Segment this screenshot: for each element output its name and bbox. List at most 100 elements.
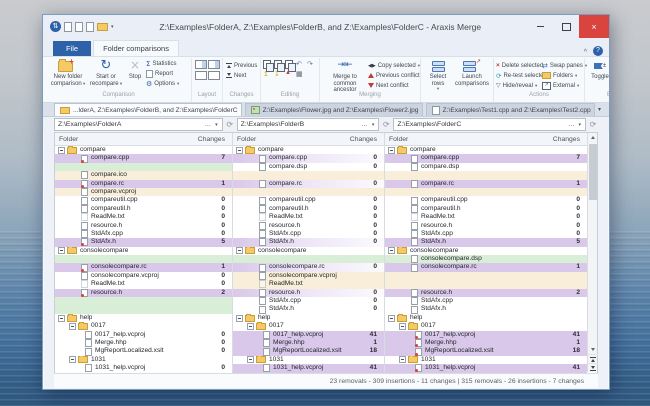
expander-icon[interactable] — [58, 147, 65, 154]
expander-icon[interactable] — [236, 315, 243, 322]
column-header-folder[interactable]: Folder — [55, 136, 78, 143]
folder-row-cell[interactable]: 1031 — [233, 356, 385, 364]
file-row-cell[interactable] — [55, 305, 233, 313]
report-button[interactable]: Report — [146, 69, 189, 78]
file-row-cell[interactable]: ReadMe.txt0 — [233, 213, 385, 221]
file-row-cell[interactable]: compareutil.h0 — [385, 205, 587, 213]
folder-row-cell[interactable]: compare — [55, 146, 233, 154]
file-row-cell[interactable]: compare.vcproj — [55, 188, 233, 196]
file-row-cell[interactable]: compare.cpp7 — [385, 154, 587, 162]
file-row-cell[interactable]: compare.rc1 — [55, 180, 233, 188]
table-row[interactable]: consolecompare.rc1consolecompare.rc0cons… — [55, 263, 587, 271]
new-folder-comparison-button[interactable]: + New folder comparison — [48, 58, 88, 88]
refresh-icon[interactable]: ⟳ — [381, 120, 391, 129]
folder-path-input[interactable]: Z:\Examples\FolderB…▾ — [237, 118, 380, 131]
folder-row-cell[interactable]: compare — [233, 146, 385, 154]
file-row-cell[interactable]: 1031_help.vcproj0 — [55, 364, 233, 372]
table-row[interactable]: 0017_help.vcproj00017_help.vcproj410017_… — [55, 331, 587, 339]
column-header-changes[interactable]: Changes — [350, 136, 384, 143]
file-menu-tab[interactable]: File — [53, 41, 91, 56]
table-row[interactable]: compare.ico — [55, 171, 587, 179]
file-row-cell[interactable]: StdAfx.cpp0 — [385, 230, 587, 238]
expander-icon[interactable] — [58, 315, 65, 322]
scroll-up-icon[interactable] — [588, 133, 598, 142]
file-row-cell[interactable]: compareutil.h0 — [55, 205, 233, 213]
file-row-cell[interactable]: StdAfx.cpp0 — [55, 230, 233, 238]
file-row-cell[interactable]: resource.h2 — [385, 289, 587, 297]
file-row-cell[interactable]: consolecompare.rc1 — [55, 263, 233, 271]
table-row[interactable]: compare.vcproj — [55, 188, 587, 196]
folder-row-cell[interactable]: compare — [385, 146, 587, 154]
browse-icon[interactable]: … — [203, 121, 214, 128]
file-row-cell[interactable]: StdAfx.cpp — [385, 297, 587, 305]
close-button[interactable]: × — [579, 15, 609, 38]
merge-to-common-ancestor-button[interactable]: ⇥⇤ Merge to common ancestor — [322, 58, 368, 95]
redo-icon[interactable]: ↷ — [307, 60, 317, 69]
expander-icon[interactable] — [247, 323, 254, 330]
file-row-cell[interactable] — [385, 272, 587, 280]
table-row[interactable]: MgReportLocalized.xslt0MgReportLocalized… — [55, 347, 587, 355]
options-button[interactable]: ⚙Options — [146, 79, 189, 88]
path-history-dropdown-icon[interactable]: ▾ — [213, 122, 220, 128]
file-row-cell[interactable]: 0017_help.vcproj41 — [385, 331, 587, 339]
file-row-cell[interactable]: MgReportLocalized.xslt18 — [385, 347, 587, 355]
folder-row-cell[interactable]: help — [385, 314, 587, 322]
delete-selected-button[interactable]: ×Delete selected — [496, 61, 542, 70]
next-conflict-button[interactable]: Next conflict — [368, 81, 418, 90]
file-row-cell[interactable]: consolecompare.dsp — [385, 255, 587, 263]
select-rows-button[interactable]: Select rows — [423, 58, 453, 93]
table-row[interactable]: consolecompare.dsp — [55, 255, 587, 263]
browse-icon[interactable]: … — [359, 121, 370, 128]
copy-both-icon[interactable] — [285, 60, 293, 69]
folder-row-cell[interactable]: consolecompare — [233, 247, 385, 255]
table-row[interactable]: compareutil.cpp0compareutil.cpp0compareu… — [55, 196, 587, 204]
column-header-folder[interactable]: Folder — [233, 136, 256, 143]
column-header-folder[interactable]: Folder — [385, 136, 408, 143]
previous-conflict-button[interactable]: Previous conflict — [368, 71, 418, 80]
vertical-scrollbar[interactable] — [587, 133, 597, 372]
file-row-cell[interactable]: compare.dsp — [385, 163, 587, 171]
start-or-recompare-button[interactable]: ↻ Start or recompare — [88, 58, 124, 88]
save-icon[interactable] — [75, 22, 83, 32]
tab-folder-comparisons[interactable]: Folder comparisons — [93, 40, 179, 56]
table-row[interactable]: 001700170017 — [55, 322, 587, 330]
doc-tab[interactable]: Z:\Examples\Test1.cpp and Z:\Examples\Te… — [426, 103, 595, 116]
table-row[interactable]: StdAfx.cpp0StdAfx.cpp — [55, 297, 587, 305]
folder-row-cell[interactable]: help — [233, 314, 385, 322]
file-row-cell[interactable] — [385, 171, 587, 179]
file-row-cell[interactable] — [55, 297, 233, 305]
path-history-dropdown-icon[interactable]: ▾ — [370, 122, 377, 128]
file-row-cell[interactable]: 1031_help.vcproj41 — [233, 364, 385, 372]
layout-three-pane-icon[interactable] — [208, 60, 220, 69]
file-row-cell[interactable]: Merge.hhp1 — [233, 339, 385, 347]
scroll-down-icon[interactable] — [588, 345, 598, 354]
table-row[interactable]: 103110311031 — [55, 356, 587, 364]
copy-right-icon[interactable] — [274, 60, 282, 69]
layout-vertical-icon[interactable] — [208, 71, 220, 80]
path-history-dropdown-icon[interactable]: ▾ — [577, 122, 584, 128]
refresh-icon[interactable]: ⟳ — [225, 120, 235, 129]
maximize-button[interactable] — [553, 15, 579, 38]
file-row-cell[interactable]: compareutil.cpp0 — [55, 196, 233, 204]
tab-list-dropdown-icon[interactable]: ▾ — [598, 106, 601, 113]
copy-left-icon[interactable] — [263, 60, 271, 69]
file-row-cell[interactable]: consolecompare.vcproj — [233, 272, 385, 280]
folder-row-cell[interactable]: 1031 — [55, 356, 233, 364]
folder-row-cell[interactable]: consolecompare — [55, 247, 233, 255]
column-header-changes[interactable]: Changes — [198, 136, 232, 143]
file-row-cell[interactable]: ReadMe.txt0 — [55, 280, 233, 288]
file-row-cell[interactable] — [55, 163, 233, 171]
toggle-bookmark-button[interactable]: ± Toggle — [587, 58, 609, 82]
previous-change-button[interactable]: Previous — [225, 61, 258, 70]
table-row[interactable]: Merge.hhp0Merge.hhp1Merge.hhp1 — [55, 339, 587, 347]
refresh-icon[interactable]: ⟳ — [588, 120, 598, 129]
file-row-cell[interactable]: compare.cpp0 — [233, 154, 385, 162]
file-row-cell[interactable]: StdAfx.cpp0 — [233, 297, 385, 305]
file-row-cell[interactable]: consolecompare.rc0 — [233, 263, 385, 271]
file-row-cell[interactable] — [233, 188, 385, 196]
table-row[interactable]: ReadMe.txt0ReadMe.txt — [55, 280, 587, 288]
swap-panes-button[interactable]: ⇄Swap panes — [542, 61, 582, 70]
table-row[interactable]: compare.dsp0compare.dsp — [55, 163, 587, 171]
browse-icon[interactable]: … — [566, 121, 577, 128]
document-icon[interactable] — [86, 22, 94, 32]
